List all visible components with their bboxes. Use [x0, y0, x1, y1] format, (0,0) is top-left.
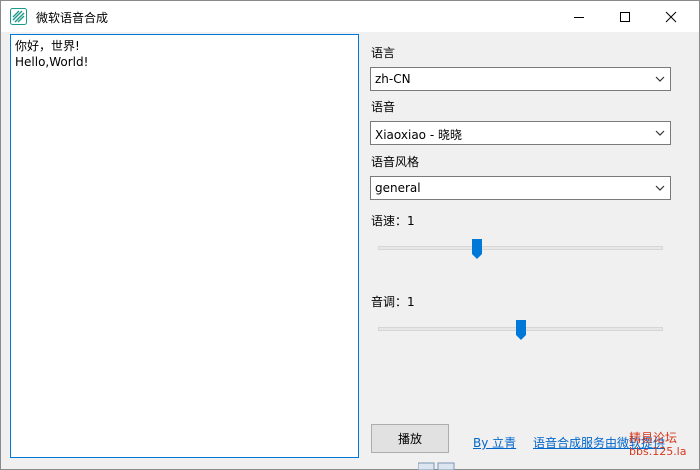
- text-input-area[interactable]: 你好，世界! Hello,World!: [10, 34, 359, 458]
- voice-value: Xiaoxiao - 晓晓: [375, 128, 462, 142]
- language-select[interactable]: zh-CN: [370, 67, 671, 91]
- forum-watermark: 精易论坛 bbs.125.la: [629, 431, 686, 459]
- chevron-down-icon: [655, 76, 665, 82]
- language-value: zh-CN: [375, 72, 411, 86]
- chevron-down-icon: [655, 185, 665, 191]
- watermark-line-2: bbs.125.la: [629, 445, 687, 458]
- minimize-icon: [574, 16, 584, 18]
- watermark-line-1: 精易论坛: [629, 431, 678, 445]
- rate-slider-thumb[interactable]: [472, 239, 483, 259]
- voice-label: 语音: [371, 100, 396, 114]
- voice-select[interactable]: Xiaoxiao - 晓晓: [370, 121, 671, 145]
- pitch-slider-thumb[interactable]: [515, 320, 526, 340]
- taskbar-window-icon: [418, 462, 455, 470]
- play-button[interactable]: 播放: [371, 424, 449, 453]
- author-link[interactable]: By 立青: [473, 434, 516, 451]
- window-title: 微软语音合成: [36, 11, 109, 25]
- rate-slider-track[interactable]: [378, 246, 663, 250]
- pitch-label: 音调：1: [371, 295, 415, 309]
- rate-label: 语速：1: [371, 214, 415, 228]
- title-bar[interactable]: 微软语音合成: [1, 1, 699, 32]
- minimize-button[interactable]: [556, 1, 602, 32]
- maximize-icon: [620, 11, 630, 22]
- style-label: 语音风格: [371, 155, 420, 169]
- maximize-button[interactable]: [602, 1, 648, 32]
- style-value: general: [375, 181, 421, 195]
- close-icon: [665, 11, 677, 22]
- app-window: 微软语音合成 你好，世界! Hello,World! 语言 zh-CN 语音 X…: [0, 0, 700, 470]
- style-select[interactable]: general: [370, 176, 671, 200]
- app-logo-icon: [10, 8, 27, 25]
- close-button[interactable]: [648, 1, 694, 32]
- language-label: 语言: [371, 46, 396, 60]
- chevron-down-icon: [655, 130, 665, 136]
